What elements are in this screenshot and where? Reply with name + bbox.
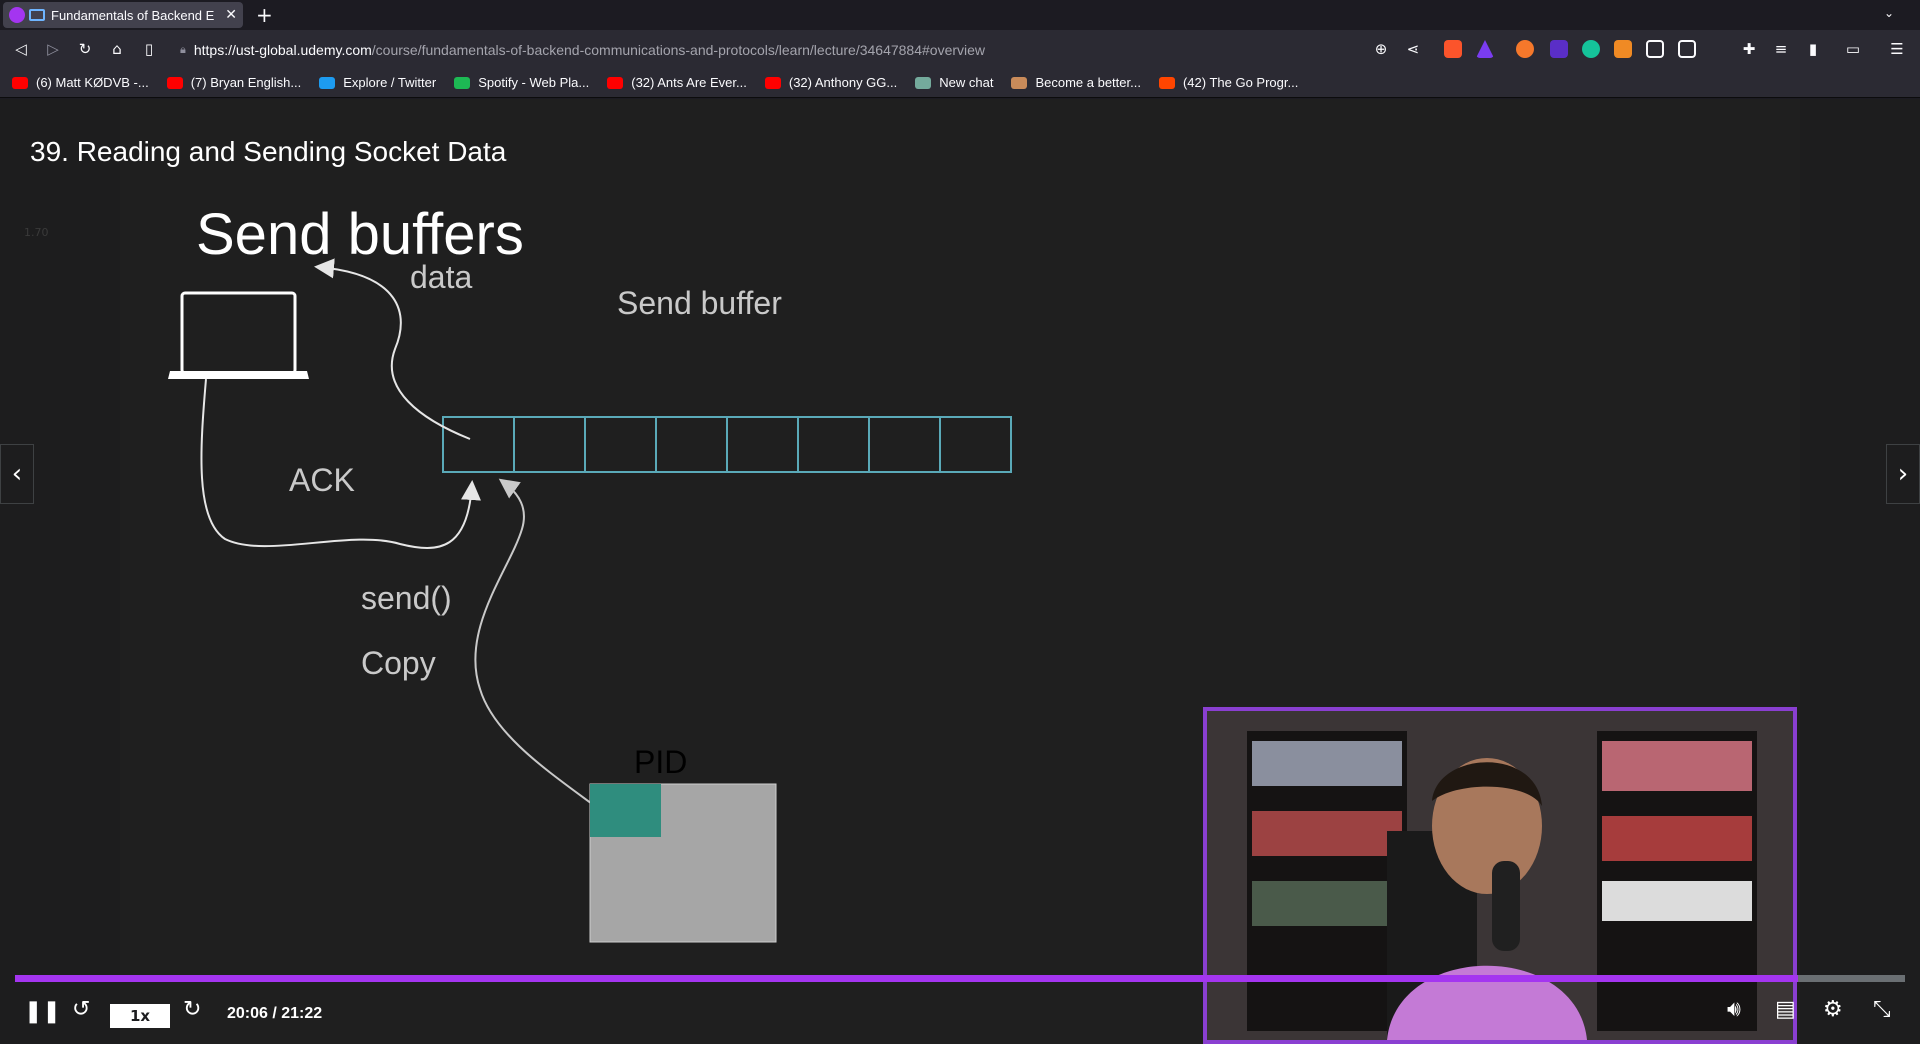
label-ack: ACK [289,462,355,498]
back-icon[interactable]: ◁ [10,38,32,60]
next-lecture-button[interactable]: › [1886,444,1920,504]
bookmark-icon[interactable]: ▯ [138,38,160,60]
settings-icon[interactable]: ⚙ [1823,997,1843,1022]
menu-icon[interactable]: ☰ [1886,38,1908,60]
pid-copy-block [590,784,661,837]
container-icon [29,9,45,21]
tab-active[interactable]: Fundamentals of Backend E ✕ [3,2,243,28]
buffer-cell [513,416,586,473]
rewind-icon[interactable]: ↺ [72,997,90,1022]
browser-window: Fundamentals of Backend E ✕ + ⌄ ◁ ▷ ↻ ⌂ … [0,0,1920,1044]
media-icon[interactable]: ≡ [1770,38,1792,60]
laptop-icon [168,291,309,379]
reload-icon[interactable]: ↻ [74,38,96,60]
reddit-icon [1158,76,1175,89]
navigation-bar: ◁ ▷ ↻ ⌂ ▯ 🔒︎ https://ust-global.udemy.co… [0,30,1920,68]
bookmark-label: (7) Bryan English... [190,75,302,90]
extension-icon-3[interactable] [1614,40,1632,58]
bookmark-item[interactable]: Explore / Twitter [319,75,436,90]
label-copy: Copy [361,645,436,681]
progress-fill [15,975,1798,982]
buffer-cell [726,416,799,473]
previous-lecture-button[interactable]: ‹ [0,444,34,504]
buffer-cell [655,416,728,473]
forward-icon[interactable]: ↻ [183,997,201,1022]
close-tab-icon[interactable]: ✕ [225,7,237,23]
url-path: /course/fundamentals-of-backend-communic… [371,42,986,58]
youtube-icon [166,76,183,89]
buffer-cell [584,416,657,473]
bookmark-item[interactable]: Become a better... [1011,75,1141,90]
wallet-icon[interactable]: ▭ [1842,38,1864,60]
extension-icon-1[interactable] [1516,40,1534,58]
list-tabs-icon[interactable]: ⌄ [1884,6,1894,20]
buffer-cell [797,416,870,473]
bookmark-item[interactable]: (7) Bryan English... [166,75,302,90]
label-send-buffer: Send buffer [617,285,782,321]
bookmark-item[interactable]: (6) Matt KØDVB -... [12,75,149,90]
bookmark-item[interactable]: (32) Ants Are Ever... [607,75,747,90]
bookmark-label: New chat [939,75,994,90]
zoom-icon[interactable]: ⊕ [1370,38,1392,60]
profile-icon [1011,76,1028,89]
label-pid: PID [634,744,688,780]
volume-icon[interactable]: 🔊︎ [1727,997,1741,1022]
video-player[interactable]: 1.70 39. Reading and Sending Socket Data… [0,99,1920,1044]
tab-bar: Fundamentals of Backend E ✕ + ⌄ [0,0,1920,30]
bookmark-label: (6) Matt KØDVB -... [36,75,149,90]
buffer-cell [442,416,515,473]
brave-shield-icon[interactable] [1444,40,1462,58]
bookmark-label: Explore / Twitter [343,75,437,90]
bookmark-item[interactable]: Spotify - Web Pla... [454,75,589,90]
bookmark-item[interactable]: (42) The Go Progr... [1158,75,1299,90]
grammarly-icon[interactable] [1582,40,1600,58]
twitter-icon [319,76,336,89]
bookmark-label: (32) Anthony GG... [788,75,898,90]
bookmarks-toolbar: (6) Matt KØDVB -... (7) Bryan English... E… [0,68,1920,98]
youtube-icon [764,76,781,89]
pause-icon[interactable]: ❚❚ [24,999,61,1024]
bookmark-label: Become a better... [1035,75,1141,90]
new-tab-button[interactable]: + [256,3,273,27]
extension-icon-2[interactable] [1550,40,1568,58]
home-icon[interactable]: ⌂ [106,38,128,60]
playback-speed-button[interactable]: 1x [110,1004,170,1028]
extensions-puzzle-icon[interactable]: ✚ [1738,38,1760,60]
bookmark-label: (42) The Go Progr... [1182,75,1299,90]
spotify-icon [454,76,471,89]
udemy-icon [9,7,25,23]
extension-icon-5[interactable] [1678,40,1696,58]
instructor-webcam [1203,707,1797,1044]
label-send: send() [361,580,452,616]
exit-fullscreen-icon[interactable]: ⤡ [1873,997,1891,1022]
send-copy-arrow [474,478,605,814]
bookmark-item[interactable]: (32) Anthony GG... [764,75,898,90]
tab-title: Fundamentals of Backend E [51,7,215,23]
brave-rewards-icon[interactable] [1476,40,1494,58]
youtube-icon [607,76,624,89]
extension-icon-4[interactable] [1646,40,1664,58]
buffer-cell [868,416,941,473]
url-host: https://ust-global.udemy.com [193,42,372,58]
share-icon[interactable]: ⋖ [1402,38,1424,60]
webcam-scene [1207,711,1793,1040]
send-buffer-cells [442,416,1012,473]
youtube-icon [12,76,28,89]
chatgpt-icon [915,76,932,89]
label-data: data [410,259,473,295]
captions-icon[interactable]: ▤ [1775,997,1796,1022]
sidebar-icon[interactable]: ▮ [1802,38,1824,60]
progress-track[interactable] [15,975,1905,982]
lock-icon: 🔒︎ [180,43,186,56]
url-bar[interactable]: 🔒︎ https://ust-global.udemy.com /course/… [180,37,1360,63]
bookmark-item[interactable]: New chat [915,75,993,90]
buffer-cell [939,416,1012,473]
time-display: 20:06 / 21:22 [227,1005,323,1022]
bookmark-label: Spotify - Web Pla... [478,75,590,90]
bookmark-label: (32) Ants Are Ever... [631,75,747,90]
forward-icon[interactable]: ▷ [42,38,64,60]
